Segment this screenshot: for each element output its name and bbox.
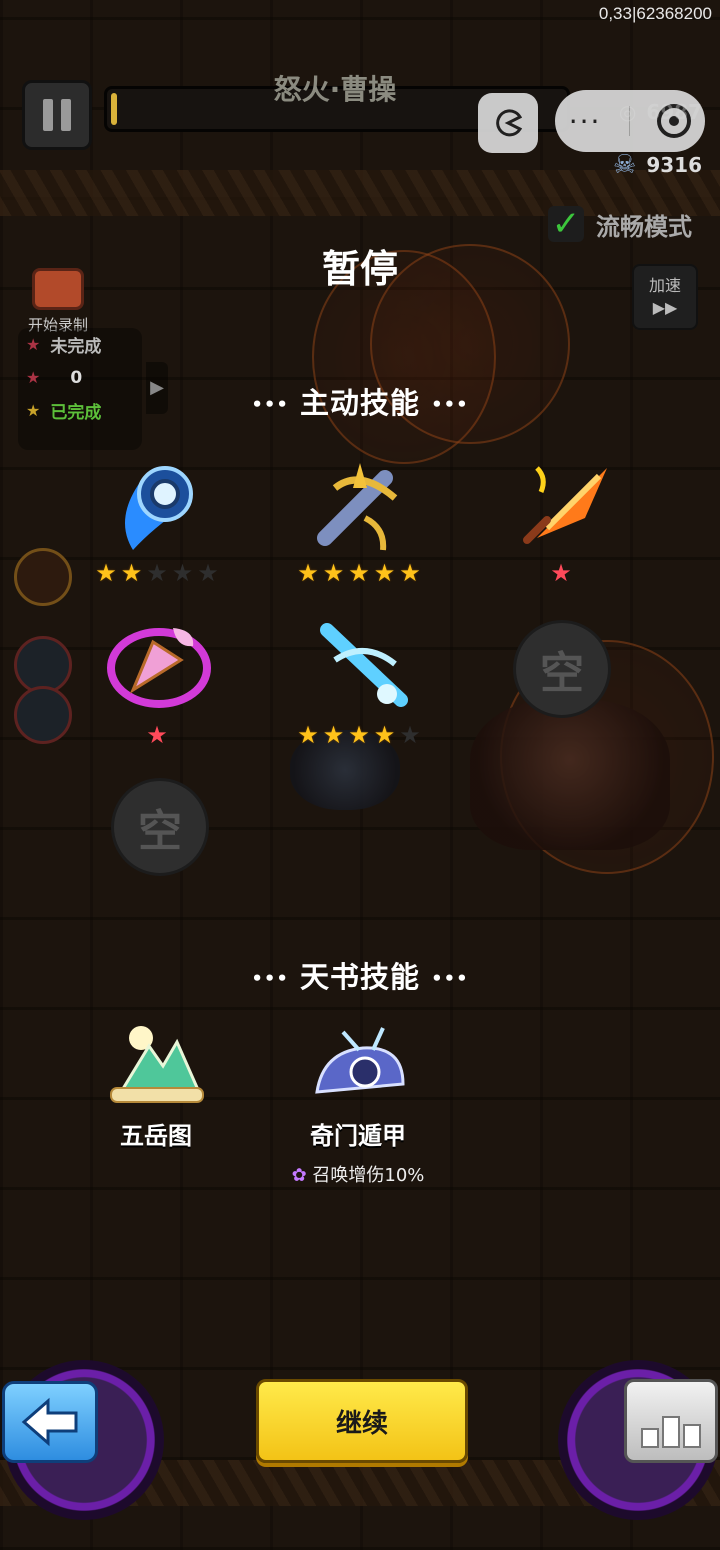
blue-orb-icon [103, 458, 211, 558]
ice-crossbow-icon [305, 620, 413, 720]
book-name: 奇门遁甲 [310, 1122, 406, 1150]
star-empty-icon: ★ [197, 559, 219, 587]
pause-button[interactable] [22, 80, 92, 150]
fast-forward-icon: ▶▶ [652, 298, 678, 317]
star-filled-icon: ★ [399, 559, 421, 587]
podium-icon [662, 1416, 680, 1448]
podium-icon [683, 1424, 701, 1448]
star-filled-icon: ★ [322, 559, 345, 587]
star-empty-icon: ★ [399, 721, 421, 749]
star-filled-icon: ★ [322, 721, 345, 749]
empty-skill-slot[interactable]: 空 [513, 620, 611, 718]
back-button[interactable] [2, 1381, 98, 1463]
skill-stars: ★ ★ ★ ★ ★ [284, 722, 434, 748]
star-empty-icon: ★ [146, 559, 168, 587]
coin-icon: ◎ [618, 100, 637, 124]
quest-incomplete: 未完成 [50, 337, 102, 357]
smooth-mode-label: 流畅模式 [596, 212, 692, 241]
continue-button[interactable]: 继续 [256, 1379, 468, 1463]
mountain-scroll-icon [101, 1022, 211, 1112]
red-star-icon: ★ [550, 559, 572, 587]
star-icon: ★ [26, 335, 41, 354]
check-icon: ✓ [548, 206, 584, 242]
header-dots: ••• [431, 968, 469, 990]
skill-stars: ★ [82, 722, 232, 748]
back-arrow-icon [21, 1397, 78, 1447]
skill-stars: ★ [486, 560, 636, 586]
podium-icon [641, 1428, 659, 1448]
skull-icon: ☠ [613, 150, 637, 180]
miniprogram-home-button[interactable] [478, 93, 538, 153]
flame-sword-icon [507, 458, 615, 558]
more-menu-icon[interactable]: ··· [569, 105, 602, 138]
star-filled-icon: ★ [297, 721, 319, 749]
star-filled-icon: ★ [348, 721, 370, 749]
boss-name: 怒火·曹操 [273, 73, 397, 106]
book-bonus: ✿ 召唤增伤10% [278, 1161, 438, 1187]
book-slot-mountain-scroll[interactable]: 五岳图 [76, 1022, 236, 1151]
empty-skill-slot[interactable]: 空 [111, 778, 209, 876]
kill-counter: ☠ 9316 [613, 150, 702, 180]
ranking-button[interactable] [624, 1379, 718, 1463]
skill-stars: ★ ★ ★ ★ ★ [284, 560, 434, 586]
star-filled-icon: ★ [373, 559, 396, 587]
skill-slot-ice-crossbow[interactable]: ★ ★ ★ ★ ★ [284, 620, 434, 748]
qimen-scroll-icon [303, 1022, 413, 1112]
header-title: 天书技能 [299, 960, 420, 994]
debug-readout: 0,33|62368200 [598, 4, 712, 23]
header-dots: ••• [431, 394, 469, 416]
header-title: 主动技能 [299, 386, 420, 420]
coin-counter: ◎ 6987 [619, 100, 702, 124]
star-filled-icon: ★ [297, 559, 319, 587]
skill-slot-flame-sword[interactable]: ★ [486, 458, 636, 586]
pink-fan-icon [103, 620, 211, 720]
star-filled-icon: ★ [120, 559, 143, 587]
smooth-mode-toggle[interactable]: ✓ 流畅模式 [548, 206, 692, 242]
star-filled-icon: ★ [348, 559, 370, 587]
star-filled-icon: ★ [373, 721, 396, 749]
golden-crossbow-icon [305, 458, 413, 558]
header-dots: ••• [251, 394, 289, 416]
book-skills-header: ••• 天书技能 ••• [0, 954, 720, 996]
star-filled-icon: ★ [95, 559, 117, 587]
skill-stars: ★ ★ ★ ★ ★ [82, 560, 232, 586]
book-name: 五岳图 [120, 1122, 192, 1150]
boss-health-fill [111, 93, 117, 125]
pacman-icon [496, 109, 523, 137]
skill-slot-golden-crossbow[interactable]: ★ ★ ★ ★ ★ [284, 458, 434, 586]
pause-title: 暂停 [321, 247, 398, 291]
paw-icon: ✿ [291, 1165, 307, 1186]
skill-slot-blue-orb[interactable]: ★ ★ ★ ★ ★ [82, 458, 232, 586]
book-bonus-text: 召唤增伤10% [312, 1165, 425, 1186]
active-skills-header: ••• 主动技能 ••• [0, 380, 720, 422]
red-star-icon: ★ [146, 721, 168, 749]
skill-slot-pink-fan[interactable]: ★ [82, 620, 232, 748]
coin-count: 6987 [646, 100, 702, 124]
star-empty-icon: ★ [171, 559, 194, 587]
header-dots: ••• [251, 968, 289, 990]
kill-count: 9316 [646, 153, 702, 177]
book-slot-qimen-scroll[interactable]: 奇门遁甲 ✿ 召唤增伤10% [278, 1022, 438, 1187]
